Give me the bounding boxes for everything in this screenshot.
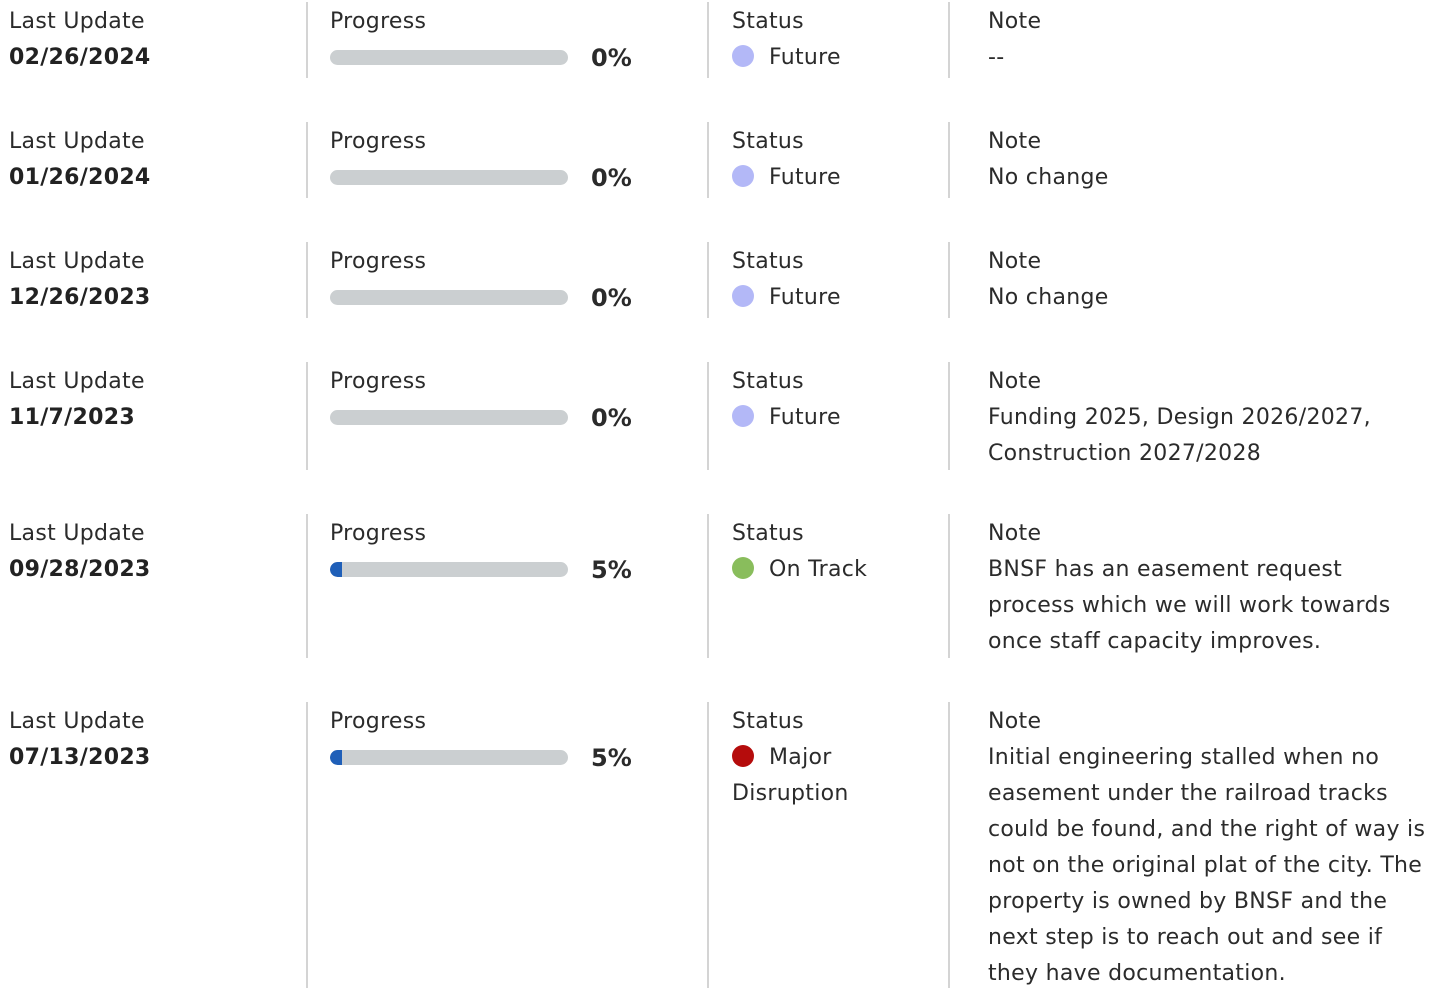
note-label: Note	[988, 369, 1042, 394]
last-update-date: 02/26/2024	[9, 45, 151, 70]
note-text: BNSF has an easement request process whi…	[988, 557, 1391, 654]
last-update-label: Last Update	[9, 369, 145, 394]
status-value: Future	[769, 285, 841, 310]
update-row: Last Update 01/26/2024 Progress 0% Statu…	[0, 122, 1434, 198]
column-divider	[948, 2, 950, 78]
status-dot-icon	[732, 165, 754, 187]
last-update-date: 11/7/2023	[9, 405, 135, 430]
progress-label: Progress	[330, 709, 427, 734]
update-row: Last Update 02/26/2024 Progress 0% Statu…	[0, 2, 1434, 78]
last-update-date: 07/13/2023	[9, 745, 151, 770]
column-divider	[707, 122, 709, 198]
note-text: Initial engineering stalled when no ease…	[988, 745, 1426, 986]
last-update-label: Last Update	[9, 521, 145, 546]
last-update-label: Last Update	[9, 9, 145, 34]
column-divider	[948, 242, 950, 318]
update-row: Last Update 09/28/2023 Progress 5% Statu…	[0, 514, 1434, 658]
column-divider	[948, 362, 950, 470]
column-divider	[306, 2, 308, 78]
last-update-label: Last Update	[9, 709, 145, 734]
note-label: Note	[988, 9, 1042, 34]
progress-bar	[330, 562, 568, 577]
last-update-date: 09/28/2023	[9, 557, 151, 582]
column-divider	[948, 514, 950, 658]
column-divider	[306, 702, 308, 988]
status-label: Status	[732, 709, 804, 734]
note-label: Note	[988, 129, 1042, 154]
last-update-cell: Last Update 07/13/2023	[9, 702, 299, 776]
column-divider	[707, 2, 709, 78]
progress-percent: 0%	[591, 404, 632, 432]
status-label: Status	[732, 369, 804, 394]
progress-bar	[330, 290, 568, 305]
last-update-cell: Last Update 02/26/2024	[9, 2, 299, 76]
last-update-label: Last Update	[9, 129, 145, 154]
progress-label: Progress	[330, 521, 427, 546]
column-divider	[948, 702, 950, 988]
progress-bar	[330, 410, 568, 425]
column-divider	[948, 122, 950, 198]
update-row: Last Update 11/7/2023 Progress 0% Status…	[0, 362, 1434, 470]
last-update-label: Last Update	[9, 249, 145, 274]
last-update-date: 12/26/2023	[9, 285, 151, 310]
status-dot-icon	[732, 285, 754, 307]
note-label: Note	[988, 521, 1042, 546]
progress-bar	[330, 170, 568, 185]
note-text: No change	[988, 165, 1109, 190]
note-text: --	[988, 45, 1005, 70]
column-divider	[707, 362, 709, 470]
column-divider	[306, 122, 308, 198]
last-update-cell: Last Update 09/28/2023	[9, 514, 299, 588]
progress-label: Progress	[330, 9, 427, 34]
status-value: Future	[769, 165, 841, 190]
status-dot-icon	[732, 405, 754, 427]
note-text: No change	[988, 285, 1109, 310]
column-divider	[306, 514, 308, 658]
status-dot-icon	[732, 45, 754, 67]
status-label: Status	[732, 521, 804, 546]
status-label: Status	[732, 129, 804, 154]
last-update-date: 01/26/2024	[9, 165, 151, 190]
column-divider	[707, 514, 709, 658]
progress-bar-fill	[330, 562, 342, 577]
column-divider	[707, 242, 709, 318]
note-text: Funding 2025, Design 2026/2027, Construc…	[988, 405, 1371, 466]
status-value: On Track	[769, 557, 868, 582]
progress-percent: 0%	[591, 164, 632, 192]
progress-percent: 5%	[591, 556, 632, 584]
column-divider	[707, 702, 709, 988]
progress-label: Progress	[330, 369, 427, 394]
status-dot-icon	[732, 557, 754, 579]
column-divider	[306, 362, 308, 470]
progress-bar	[330, 750, 568, 765]
progress-percent: 5%	[591, 744, 632, 772]
last-update-cell: Last Update 12/26/2023	[9, 242, 299, 316]
column-divider	[306, 242, 308, 318]
status-label: Status	[732, 9, 804, 34]
update-row: Last Update 12/26/2023 Progress 0% Statu…	[0, 242, 1434, 318]
progress-percent: 0%	[591, 44, 632, 72]
note-label: Note	[988, 709, 1042, 734]
status-value: Future	[769, 45, 841, 70]
update-row: Last Update 07/13/2023 Progress 5% Statu…	[0, 702, 1434, 988]
last-update-cell: Last Update 01/26/2024	[9, 122, 299, 196]
progress-bar	[330, 50, 568, 65]
status-label: Status	[732, 249, 804, 274]
status-dot-icon	[732, 745, 754, 767]
progress-percent: 0%	[591, 284, 632, 312]
progress-bar-fill	[330, 750, 342, 765]
progress-label: Progress	[330, 249, 427, 274]
note-label: Note	[988, 249, 1042, 274]
progress-label: Progress	[330, 129, 427, 154]
last-update-cell: Last Update 11/7/2023	[9, 362, 299, 436]
status-value: Future	[769, 405, 841, 430]
